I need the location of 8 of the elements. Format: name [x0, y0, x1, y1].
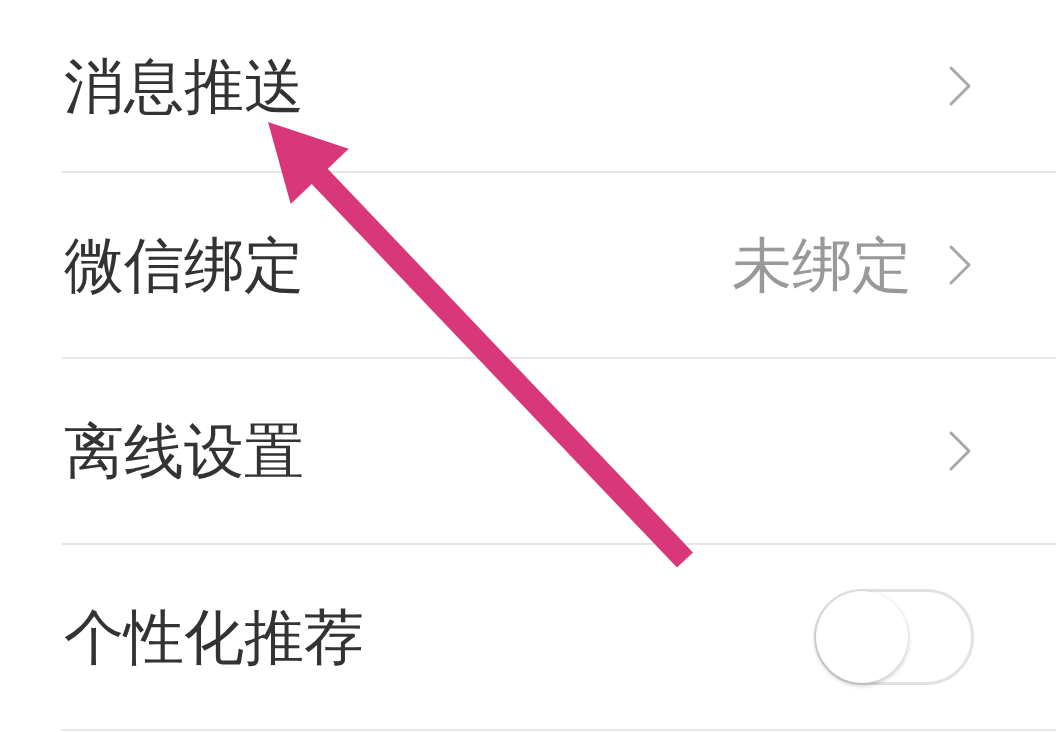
setting-label: 离线设置	[64, 415, 304, 487]
setting-value: 未绑定	[732, 229, 912, 301]
chevron-right-icon[interactable]	[948, 64, 972, 107]
setting-label: 微信绑定	[64, 229, 304, 301]
chevron-right-icon[interactable]	[948, 430, 972, 472]
chevron-right-icon[interactable]	[948, 244, 972, 286]
setting-label: 消息推送	[64, 49, 304, 122]
setting-label: 个性化推荐	[64, 601, 364, 673]
